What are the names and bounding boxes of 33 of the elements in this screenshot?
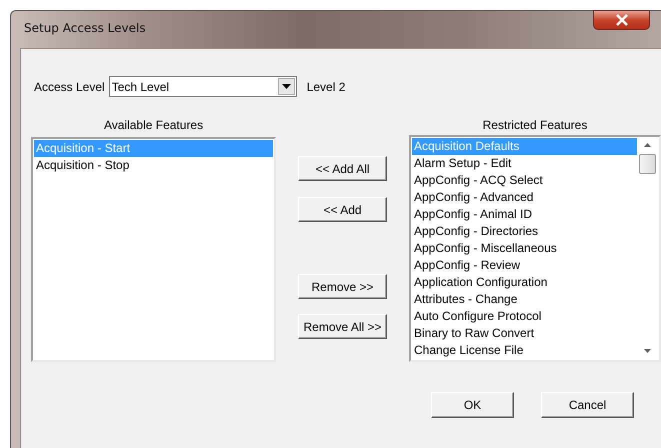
cancel-button[interactable]: Cancel bbox=[541, 392, 634, 418]
window-title: Setup Access Levels bbox=[24, 21, 146, 35]
list-item[interactable]: Auto Configure Protocol bbox=[412, 308, 637, 325]
access-level-dropdown[interactable]: Tech Level bbox=[108, 76, 297, 97]
list-item[interactable]: Binary to Raw Convert bbox=[412, 325, 637, 342]
list-item[interactable]: AppConfig - Advanced bbox=[412, 189, 637, 206]
restricted-features-heading: Restricted Features bbox=[482, 118, 588, 134]
ok-button[interactable]: OK bbox=[431, 392, 514, 418]
scroll-thumb[interactable] bbox=[639, 154, 656, 174]
add-button[interactable]: << Add bbox=[298, 197, 388, 222]
close-icon bbox=[614, 14, 628, 26]
list-item[interactable]: Attributes - Change bbox=[412, 291, 637, 308]
list-item[interactable]: AppConfig - Animal ID bbox=[412, 206, 637, 223]
close-button[interactable] bbox=[593, 10, 650, 30]
list-item[interactable]: AppConfig - Directories bbox=[412, 223, 637, 240]
available-features-heading: Available Features bbox=[104, 118, 204, 134]
access-level-label: Access Level bbox=[34, 80, 105, 94]
add-all-button[interactable]: << Add All bbox=[298, 156, 388, 181]
list-item[interactable]: AppConfig - Miscellaneous bbox=[412, 240, 637, 257]
level-number: Level 2 bbox=[306, 80, 346, 94]
remove-button[interactable]: Remove >> bbox=[298, 274, 388, 299]
list-item[interactable]: Acquisition - Stop bbox=[34, 156, 274, 174]
list-item[interactable]: Change License File bbox=[412, 342, 637, 359]
dropdown-arrow-icon bbox=[282, 84, 291, 89]
list-item[interactable]: AppConfig - ACQ Select bbox=[412, 172, 637, 189]
remove-all-button[interactable]: Remove All >> bbox=[298, 314, 388, 339]
list-item[interactable]: Alarm Setup - Edit bbox=[412, 155, 637, 172]
available-features-list[interactable]: Acquisition - Start Acquisition - Stop bbox=[31, 136, 276, 362]
list-item[interactable]: Application Configuration bbox=[412, 274, 637, 291]
list-item[interactable]: AppConfig - Review bbox=[412, 257, 637, 274]
scroll-up-icon[interactable] bbox=[644, 143, 651, 147]
scroll-down-icon[interactable] bbox=[644, 349, 651, 353]
restricted-features-list[interactable] bbox=[409, 135, 661, 362]
